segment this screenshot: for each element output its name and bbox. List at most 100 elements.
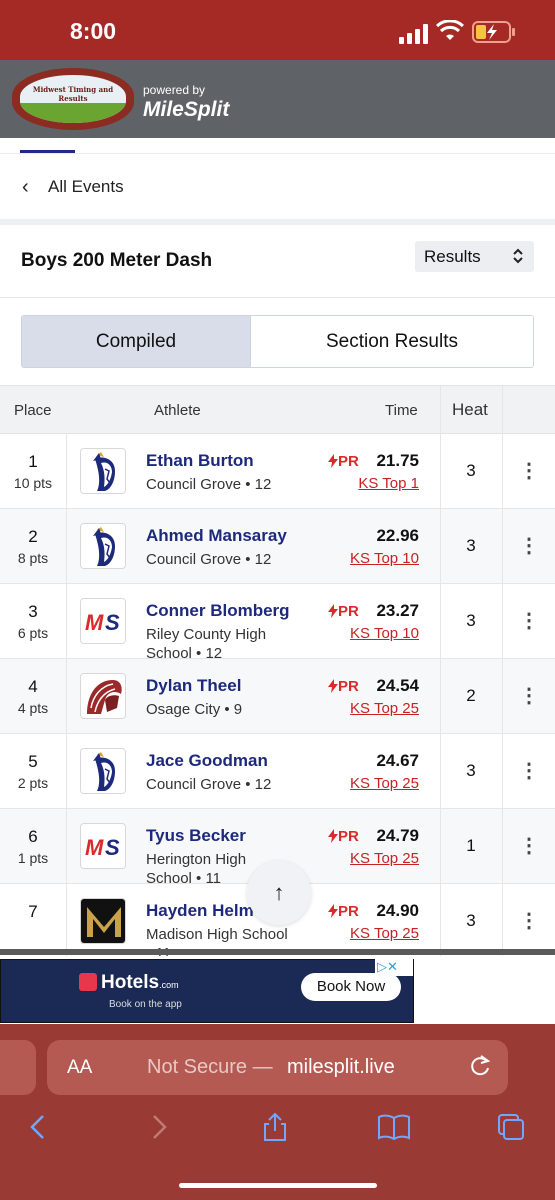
place-number: 6 xyxy=(28,827,38,846)
place-points: 10 pts xyxy=(13,475,53,491)
table-row[interactable]: 5 2 pts Jace Goodman Council Grove • 12 24.6… xyxy=(0,734,555,809)
svg-text:S: S xyxy=(105,835,120,860)
logo-text: Midwest Timing and Results xyxy=(32,85,114,103)
ms-logo: MS xyxy=(80,598,126,644)
place-number: 5 xyxy=(28,752,38,771)
pr-badge: PR xyxy=(328,453,359,470)
place-number: 3 xyxy=(28,602,38,621)
previous-tab-pill[interactable] xyxy=(0,1040,36,1095)
athlete-name-link[interactable]: Conner Blomberg xyxy=(146,601,290,621)
table-row[interactable]: 2 8 pts Ahmed Mansaray Council Grove • 12 22… xyxy=(0,509,555,584)
place-points: 4 pts xyxy=(17,700,49,716)
more-options-icon[interactable]: ⋮ xyxy=(503,608,555,633)
not-secure-label: Not Secure — xyxy=(147,1056,273,1078)
tab-compiled[interactable]: Compiled xyxy=(22,316,251,367)
lightning-icon xyxy=(328,679,338,693)
table-row[interactable]: 1 10 pts Ethan Burton Council Grove • 12 PR 2… xyxy=(0,434,555,509)
pr-badge: PR xyxy=(328,603,359,620)
more-options-icon[interactable]: ⋮ xyxy=(503,683,555,708)
indian-head-logo xyxy=(80,448,126,494)
back-to-events[interactable]: ‹ All Events xyxy=(0,153,555,219)
svg-text:M: M xyxy=(85,610,104,635)
ad-tagline: Book on the app xyxy=(109,999,182,1010)
state-rank-link[interactable]: KS Top 25 xyxy=(350,850,419,867)
view-select-value: Results xyxy=(424,247,481,266)
view-select[interactable]: Results xyxy=(415,241,534,272)
up-down-chevron-icon xyxy=(513,248,523,264)
table-row[interactable]: 3 6 pts M S Conner Blomberg Riley County High… xyxy=(0,584,555,662)
state-rank-link[interactable]: KS Top 10 xyxy=(350,550,419,567)
bookmarks-icon[interactable] xyxy=(377,1112,411,1142)
indian-head-logo xyxy=(80,748,126,794)
results-tabs: Compiled Section Results xyxy=(21,315,534,368)
place-number: 1 xyxy=(28,452,38,471)
forward-icon[interactable] xyxy=(143,1112,173,1142)
state-rank-link[interactable]: KS Top 25 xyxy=(350,700,419,717)
athlete-name-link[interactable]: Dylan Theel xyxy=(146,676,241,696)
divider xyxy=(0,297,555,298)
ad-book-now-button[interactable]: Book Now xyxy=(301,973,401,1001)
athlete-team: Council Grove • 12 xyxy=(146,476,272,493)
state-rank-link[interactable]: KS Top 25 xyxy=(350,925,419,942)
heat-number: 2 xyxy=(466,686,476,705)
state-rank-link[interactable]: KS Top 25 xyxy=(350,775,419,792)
pr-badge: PR xyxy=(328,903,359,920)
chevron-left-icon: ‹ xyxy=(22,176,29,198)
tab-section-results[interactable]: Section Results xyxy=(251,316,533,367)
home-indicator xyxy=(179,1183,377,1188)
athlete-name-link[interactable]: Ethan Burton xyxy=(146,451,254,471)
wifi-icon xyxy=(436,20,464,40)
adchoices-close-icon[interactable]: ▷✕ xyxy=(375,958,413,976)
table-row[interactable]: 4 4 pts Dylan Theel Osage City • 9 PR 24.54 KS… xyxy=(0,659,555,734)
signal-icon xyxy=(399,24,428,44)
athlete-name-link[interactable]: Ahmed Mansaray xyxy=(146,526,287,546)
more-options-icon[interactable]: ⋮ xyxy=(503,533,555,558)
more-options-icon[interactable]: ⋮ xyxy=(503,758,555,783)
lightning-icon xyxy=(328,829,338,843)
milesplit-logo[interactable]: MileSplit xyxy=(143,98,229,122)
more-options-icon[interactable]: ⋮ xyxy=(503,833,555,858)
pr-badge: PR xyxy=(328,678,359,695)
svg-text:S: S xyxy=(105,610,120,635)
more-options-icon[interactable]: ⋮ xyxy=(503,908,555,933)
place-number: 2 xyxy=(28,527,38,546)
result-time: 24.90 xyxy=(376,901,419,920)
meet-logo[interactable]: Midwest Timing and Results xyxy=(12,68,134,130)
site-header: Midwest Timing and Results powered by Mi… xyxy=(0,60,555,138)
heat-number: 3 xyxy=(466,611,476,630)
athlete-team: Council Grove • 12 xyxy=(146,551,272,568)
athlete-name-link[interactable]: Hayden Helm xyxy=(146,901,254,921)
lightning-icon xyxy=(328,604,338,618)
event-title: Boys 200 Meter Dash xyxy=(21,250,213,271)
lightning-icon xyxy=(328,904,338,918)
state-rank-link[interactable]: KS Top 10 xyxy=(350,625,419,642)
lightning-icon xyxy=(328,454,338,468)
ad-banner[interactable]: Hotels.com Book on the app Book Now ▷✕ xyxy=(0,956,555,1024)
section-separator xyxy=(0,219,555,225)
ad-brand: Hotels.com xyxy=(101,972,179,993)
col-place: Place xyxy=(14,402,52,419)
place-points: 6 pts xyxy=(17,625,49,641)
hotels-logo-icon xyxy=(79,973,97,991)
result-time: 24.79 xyxy=(376,826,419,845)
place-points: 2 pts xyxy=(17,775,49,791)
share-icon[interactable] xyxy=(260,1112,290,1142)
address-bar[interactable]: AA Not Secure — milesplit.live xyxy=(47,1040,508,1095)
reload-icon[interactable] xyxy=(467,1053,493,1079)
more-options-icon[interactable]: ⋮ xyxy=(503,458,555,483)
indian-head-logo xyxy=(80,523,126,569)
ad-box[interactable]: Hotels.com Book on the app Book Now xyxy=(0,959,414,1023)
back-icon[interactable] xyxy=(24,1112,54,1142)
back-label: All Events xyxy=(48,177,124,196)
state-rank-link[interactable]: KS Top 1 xyxy=(358,475,419,492)
scroll-to-top-button[interactable]: ↑ xyxy=(247,861,311,925)
heat-number: 3 xyxy=(466,461,476,480)
table-header: Place Athlete Time Heat xyxy=(0,385,555,434)
athlete-name-link[interactable]: Tyus Becker xyxy=(146,826,246,846)
place-points: 8 pts xyxy=(17,550,49,566)
tabs-icon[interactable] xyxy=(496,1112,526,1142)
status-time: 8:00 xyxy=(70,18,117,44)
athlete-name-link[interactable]: Jace Goodman xyxy=(146,751,268,771)
place-number: 4 xyxy=(28,677,38,696)
reader-aa-button[interactable]: AA xyxy=(67,1057,92,1079)
